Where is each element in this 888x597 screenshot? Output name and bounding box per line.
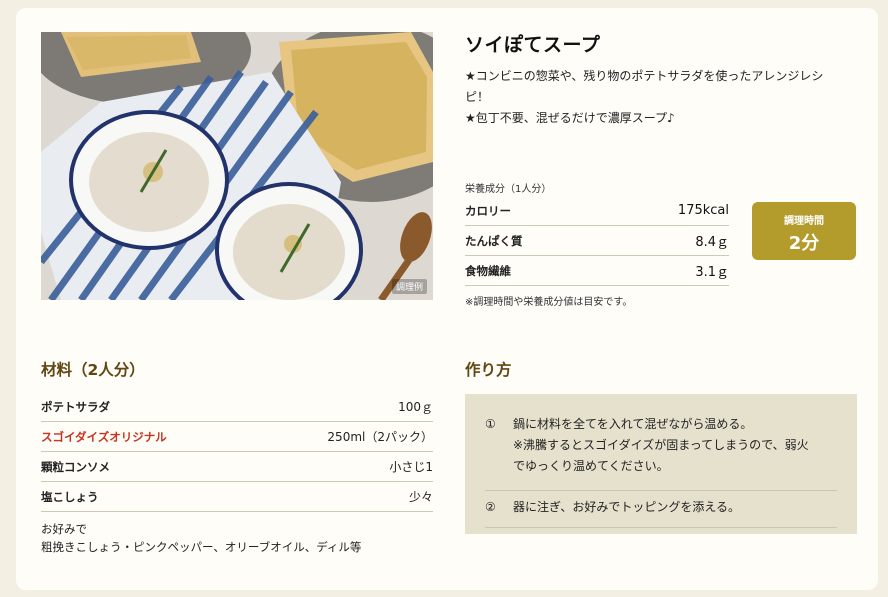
ingredient-row: 塩こしょう 少々 [41,482,433,512]
nutrition-value: 3.1ｇ [695,265,729,280]
cook-time-value: 2分 [788,233,820,254]
nutrition-value: 8.4ｇ [695,235,729,250]
ingredient-name: ポテトサラダ [41,399,110,414]
step-text: 鍋に材料を全てを入れて混ぜながら温める。 ※沸騰するとスゴイダイズが固まってしま… [513,414,837,477]
step-number: ① [485,417,496,431]
ingredients-optional-line: お好みで [41,522,87,536]
ingredient-amount: 少々 [408,490,433,504]
cook-time-badge: 調理時間 2分 [752,202,856,260]
recipe-description: ★コンビニの惣菜や、残り物のポテトサラダを使ったアレンジレシピ！ ★包丁不要、混… [465,66,835,129]
nutrition-value: 175kcal [677,203,729,218]
step-text-line: 器に注ぎ、お好みでトッピングを添える。 [513,500,741,514]
recipe-photo: 調理例 [41,32,433,300]
ingredient-row: スゴイダイズオリジナル 250ml（2パック） [41,422,433,452]
photo-example-badge: 調理例 [391,279,427,294]
ingredient-row: ポテトサラダ 100ｇ [41,392,433,422]
step-text-line: でゆっくり温めてください。 [513,459,669,473]
cook-time-label: 調理時間 [784,216,824,227]
ingredients-title: 材料（2人分） [41,361,145,379]
ingredients-optional: お好みで 粗挽きこしょう・ピンクペッパー、オリーブオイル、ディル等 [41,520,361,556]
ingredients-table: ポテトサラダ 100ｇ スゴイダイズオリジナル 250ml（2パック） 顆粒コン… [41,392,433,512]
recipe-card: 調理例 ソイぽてスープ ★コンビニの惣菜や、残り物のポテトサラダを使ったアレンジ… [16,8,878,590]
step-text-line: 鍋に材料を全てを入れて混ぜながら温める。 [513,417,753,431]
soup-photo-illustration [41,32,433,300]
nutrition-caption: 栄養成分（1人分） [465,184,552,195]
ingredient-amount: 250ml（2パック） [327,430,433,444]
nutrition-row: 食物繊維 3.1ｇ [465,256,729,286]
nutrition-label: カロリー [465,203,511,218]
method-step: ① 鍋に材料を全てを入れて混ぜながら温める。 ※沸騰するとスゴイダイズが固まって… [485,414,837,491]
recipe-description-line: ★コンビニの惣菜や、残り物のポテトサラダを使ったアレンジレシピ！ [465,69,824,104]
method-step: ② 器に注ぎ、お好みでトッピングを添える。 [485,497,837,528]
ingredient-name-product-link[interactable]: スゴイダイズオリジナル [41,429,167,445]
ingredients-optional-line: 粗挽きこしょう・ピンクペッパー、オリーブオイル、ディル等 [41,540,362,554]
nutrition-table: カロリー 175kcal たんぱく質 8.4ｇ 食物繊維 3.1ｇ [465,196,729,286]
nutrition-note: ※調理時間や栄養成分値は目安です。 [465,297,633,308]
ingredient-amount: 小さじ1 [389,460,433,474]
step-number: ② [485,500,496,514]
recipe-description-line: ★包丁不要、混ぜるだけで濃厚スープ♪ [465,111,675,125]
step-text-line: ※沸騰するとスゴイダイズが固まってしまうので、弱火 [513,438,809,452]
nutrition-row: カロリー 175kcal [465,196,729,226]
nutrition-label: たんぱく質 [465,233,523,248]
ingredient-name: 顆粒コンソメ [41,459,110,474]
ingredient-name: 塩こしょう [41,489,99,504]
method-steps: ① 鍋に材料を全てを入れて混ぜながら温める。 ※沸騰するとスゴイダイズが固まって… [465,394,857,534]
ingredient-row: 顆粒コンソメ 小さじ1 [41,452,433,482]
method-title: 作り方 [465,361,512,379]
ingredient-amount: 100ｇ [398,400,433,414]
recipe-title: ソイぽてスープ [465,34,601,56]
nutrition-label: 食物繊維 [465,263,511,278]
nutrition-row: たんぱく質 8.4ｇ [465,226,729,256]
step-text: 器に注ぎ、お好みでトッピングを添える。 [513,497,837,518]
